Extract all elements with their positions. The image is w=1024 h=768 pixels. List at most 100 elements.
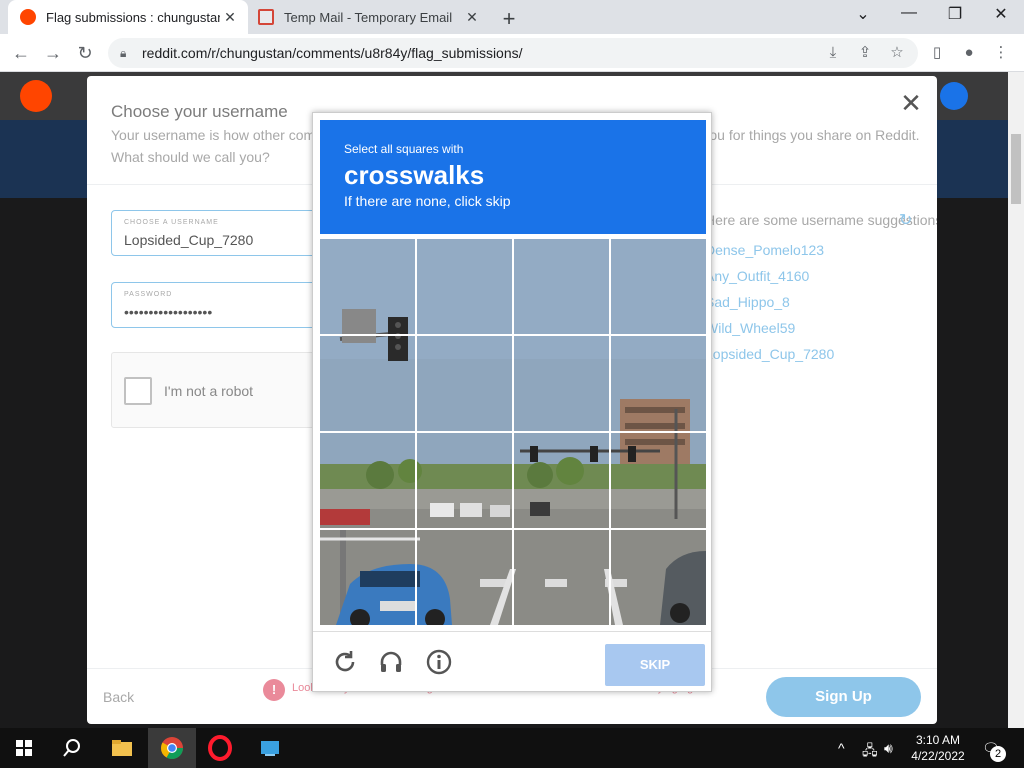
restore-icon[interactable]: ❐: [940, 4, 970, 24]
captcha-tile-r3-c4[interactable]: [611, 433, 706, 528]
street-scene-image: [417, 239, 512, 334]
street-scene-image: [417, 336, 512, 431]
captcha-tile-r2-c3[interactable]: [514, 336, 609, 431]
street-scene-image: [514, 433, 609, 528]
tab-title: Temp Mail - Temporary Email: [284, 9, 453, 25]
notification-badge: 2: [990, 746, 1006, 762]
username-label: CHOOSE A USERNAME: [124, 219, 219, 226]
suggestion-item[interactable]: Sad_Hippo_8: [705, 294, 790, 310]
captcha-tile-r4-c1[interactable]: [320, 530, 415, 625]
address-bar[interactable]: 🔒︎ reddit.com/r/chungustan/comments/u8r8…: [108, 38, 918, 68]
error-alert-icon: !: [263, 679, 285, 701]
captcha-target: crosswalks: [344, 160, 485, 190]
windows-start-icon[interactable]: [10, 734, 38, 762]
captcha-header: Select all squares with crosswalks If th…: [320, 120, 706, 234]
street-scene-image: [320, 239, 415, 334]
volume-icon[interactable]: 🔊︎: [884, 740, 893, 757]
street-scene-image: [611, 336, 706, 431]
captcha-tile-r2-c2[interactable]: [417, 336, 512, 431]
signup-button[interactable]: Sign Up: [766, 677, 921, 717]
captcha-tile-r3-c3[interactable]: [514, 433, 609, 528]
share-icon[interactable]: ⇪: [854, 42, 876, 64]
back-link[interactable]: Back: [103, 689, 134, 705]
recaptcha-box: I'm not a robot: [111, 352, 321, 428]
file-explorer-icon[interactable]: [108, 734, 136, 762]
remote-app-icon[interactable]: [256, 734, 284, 762]
captcha-tile-r2-c1[interactable]: [320, 336, 415, 431]
captcha-footer: SKIP: [313, 631, 711, 691]
street-scene-image: [320, 336, 415, 431]
suggestion-item[interactable]: Any_Outfit_4160: [705, 268, 809, 284]
window-close-icon[interactable]: ✕: [986, 4, 1016, 24]
recaptcha-checkbox[interactable]: [124, 377, 152, 405]
tab-search-icon[interactable]: ⌄: [848, 4, 878, 24]
reload-icon[interactable]: [331, 648, 359, 676]
street-scene-image: [514, 530, 609, 625]
chrome-icon[interactable]: [158, 734, 186, 762]
browser-toolbar: ← → ↻ 🔒︎ reddit.com/r/chungustan/comment…: [0, 34, 1024, 72]
search-icon[interactable]: [58, 734, 86, 762]
username-field[interactable]: CHOOSE A USERNAME Lopsided_Cup_7280: [111, 210, 321, 256]
captcha-challenge: Select all squares with crosswalks If th…: [312, 112, 712, 692]
page-scrollbar[interactable]: [1008, 72, 1024, 728]
new-tab-icon[interactable]: +: [498, 6, 520, 32]
suggestion-item[interactable]: Wild_Wheel59: [705, 320, 795, 336]
network-icon[interactable]: 🖧︎: [862, 740, 878, 764]
skip-button[interactable]: SKIP: [605, 644, 705, 686]
captcha-hint: If there are none, click skip: [344, 193, 511, 209]
info-icon[interactable]: [425, 648, 453, 676]
user-menu-icon[interactable]: [940, 82, 968, 110]
password-label: PASSWORD: [124, 291, 173, 298]
menu-kebab-icon[interactable]: ⋮: [990, 42, 1012, 64]
url-text: reddit.com/r/chungustan/comments/u8r84y/…: [142, 45, 523, 61]
captcha-tile-r1-c1[interactable]: [320, 239, 415, 334]
side-panel-icon[interactable]: ▯: [926, 42, 948, 64]
windows-taskbar: ^ 🖧︎ 🔊︎ 3:10 AM 4/22/2022 🗨︎ 2: [0, 728, 1024, 768]
suggestion-item[interactable]: Lopsided_Cup_7280: [705, 346, 834, 362]
audio-icon[interactable]: [377, 648, 405, 676]
captcha-tile-r4-c2[interactable]: [417, 530, 512, 625]
captcha-instruction: Select all squares with: [344, 142, 464, 156]
forward-arrow-icon[interactable]: →: [40, 40, 66, 66]
clock-time: 3:10 AM: [915, 733, 961, 747]
bookmark-star-icon[interactable]: ☆: [886, 42, 908, 64]
tab-close-icon[interactable]: ✕: [220, 9, 240, 26]
tray-chevron-icon[interactable]: ^: [838, 740, 845, 756]
reddit-logo-icon[interactable]: [20, 80, 52, 112]
profile-avatar-icon[interactable]: ●: [958, 42, 980, 64]
password-field[interactable]: PASSWORD ••••••••••••••••••: [111, 282, 321, 328]
reload-page-icon[interactable]: ↻: [72, 40, 98, 66]
street-scene-image: [417, 433, 512, 528]
street-scene-image: [320, 433, 415, 528]
system-clock[interactable]: 3:10 AM 4/22/2022: [906, 732, 970, 764]
captcha-tile-r1-c2[interactable]: [417, 239, 512, 334]
refresh-suggestions-icon[interactable]: ↻: [899, 210, 912, 230]
captcha-tile-grid: [320, 239, 706, 625]
captcha-tile-r1-c3[interactable]: [514, 239, 609, 334]
tab-temp-mail[interactable]: Temp Mail - Temporary Email ✕: [250, 0, 490, 34]
minimize-icon[interactable]: —: [894, 4, 924, 22]
modal-close-icon[interactable]: ✕: [897, 88, 925, 119]
captcha-tile-r2-c4[interactable]: [611, 336, 706, 431]
install-icon[interactable]: ⤓: [822, 42, 844, 64]
captcha-tile-r3-c2[interactable]: [417, 433, 512, 528]
captcha-tile-r4-c3[interactable]: [514, 530, 609, 625]
back-arrow-icon[interactable]: ←: [8, 40, 34, 66]
suggestion-item[interactable]: Dense_Pomelo123: [705, 242, 824, 258]
street-scene-image: [611, 433, 706, 528]
recaptcha-label: I'm not a robot: [164, 383, 254, 399]
captcha-tile-r4-c4[interactable]: [611, 530, 706, 625]
captcha-tile-r3-c1[interactable]: [320, 433, 415, 528]
browser-tab-strip: Flag submissions : chungustan ✕ Temp Mai…: [0, 0, 1024, 34]
tab-reddit[interactable]: Flag submissions : chungustan ✕: [8, 0, 248, 34]
street-scene-image: [417, 530, 512, 625]
modal-title: Choose your username: [111, 102, 288, 121]
scrollbar-thumb[interactable]: [1011, 134, 1021, 204]
opera-icon[interactable]: [206, 734, 234, 762]
reddit-favicon-icon: [20, 9, 36, 25]
street-scene-image: [514, 239, 609, 334]
lock-icon: 🔒︎: [120, 45, 127, 60]
captcha-tile-r1-c4[interactable]: [611, 239, 706, 334]
street-scene-image: [320, 530, 415, 625]
tab-close-icon[interactable]: ✕: [462, 9, 482, 26]
